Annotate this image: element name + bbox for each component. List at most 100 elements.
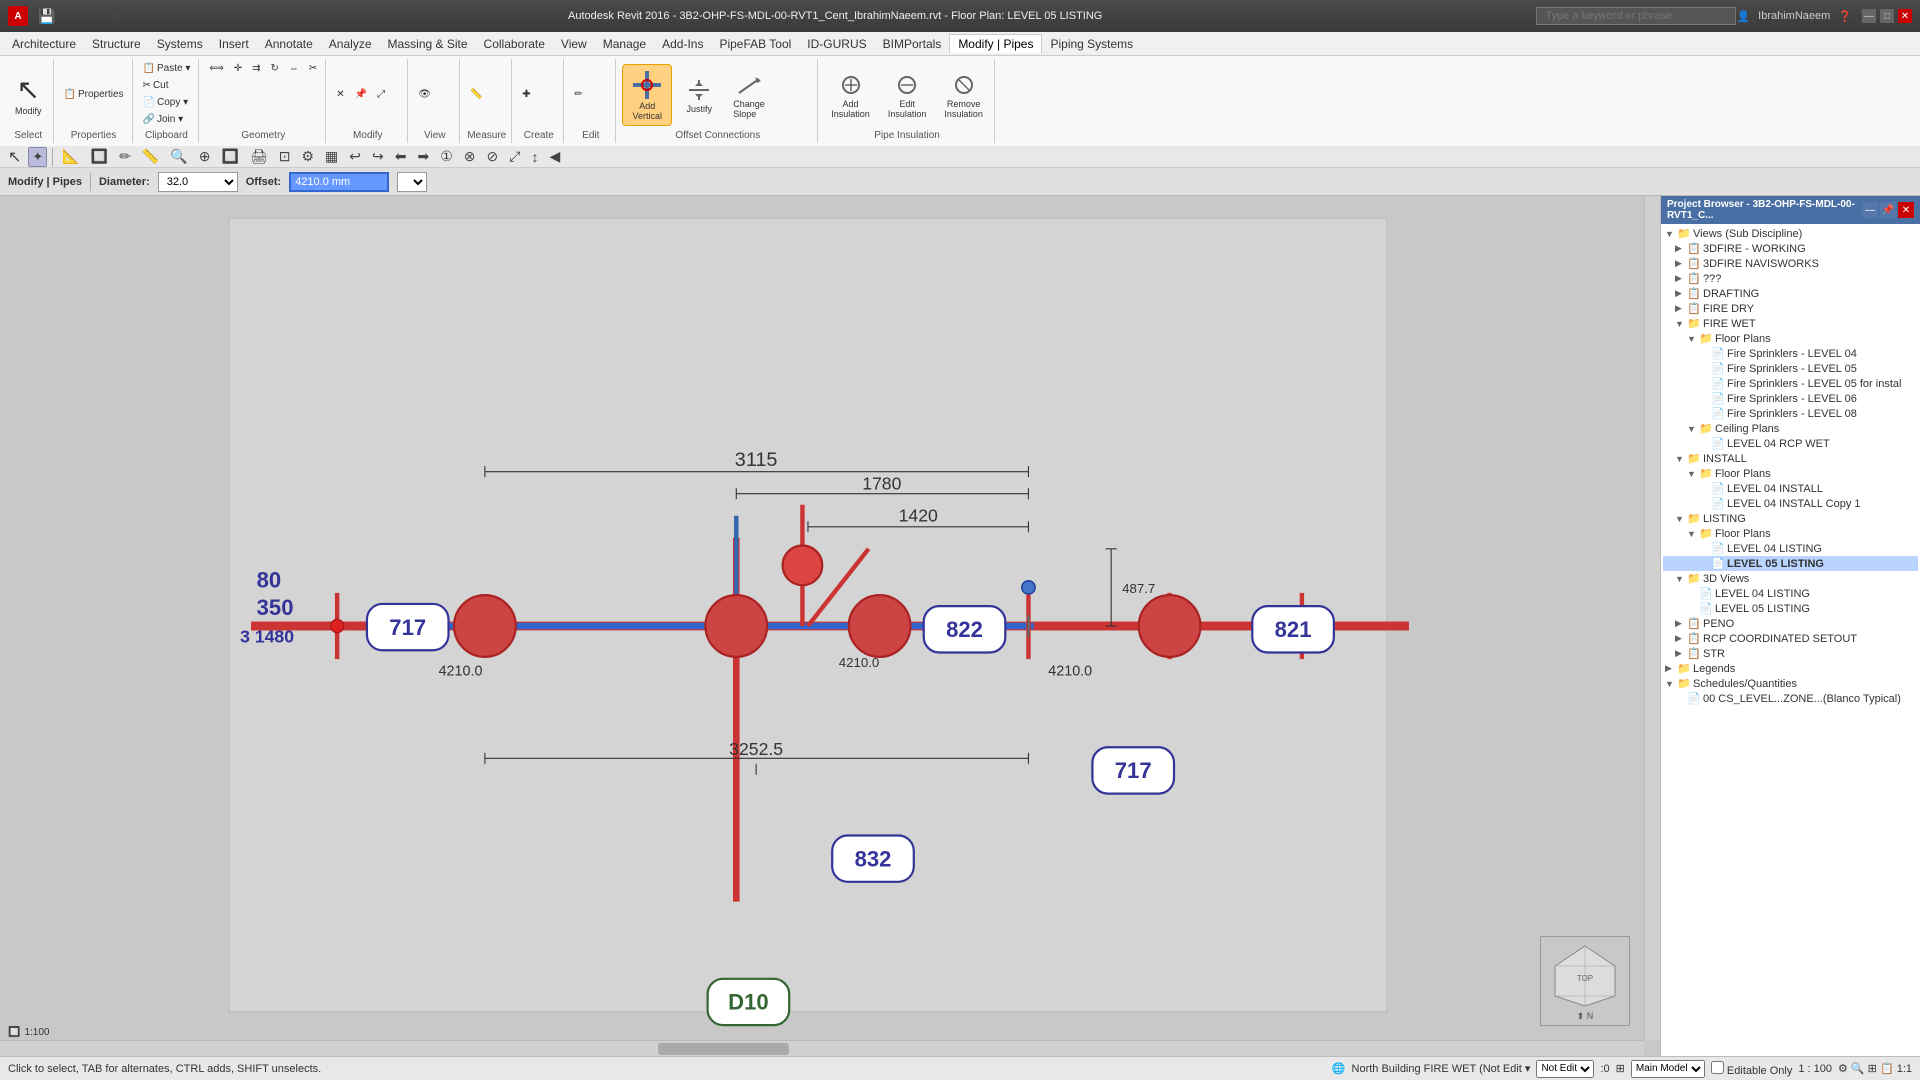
tree-item-floor-plans-listing[interactable]: ▼ 📁 Floor Plans [1663, 526, 1918, 541]
menu-bimportals[interactable]: BIMPortals [875, 35, 950, 53]
tree-item-fire-lvl05-install[interactable]: 📄 Fire Sprinklers - LEVEL 05 for instal [1663, 376, 1918, 391]
tool-20[interactable]: ↕ [527, 147, 542, 167]
model-selector[interactable]: Main Model [1631, 1060, 1705, 1078]
tool-19[interactable]: ⤢ [505, 146, 524, 167]
remove-insulation-button[interactable]: RemoveInsulation [937, 68, 990, 122]
tree-item-3d-views[interactable]: ▼ 📁 3D Views [1663, 571, 1918, 586]
tool-4[interactable]: 📏 [138, 146, 163, 167]
tree-item-fire-lvl06[interactable]: 📄 Fire Sprinklers - LEVEL 06 [1663, 391, 1918, 406]
qat-save[interactable]: 💾 [34, 6, 59, 27]
delete-button[interactable]: ✕ [332, 87, 348, 102]
tool-select[interactable]: ↖ [4, 145, 25, 169]
tool-10[interactable]: ⚙ [297, 146, 318, 167]
pb-pin-button[interactable]: 📌 [1880, 202, 1896, 218]
tree-item-3d-lvl04[interactable]: 📄 LEVEL 04 LISTING [1663, 586, 1918, 601]
search-input[interactable] [1536, 7, 1736, 25]
tree-item-firedry[interactable]: ▶ 📋 FIRE DRY [1663, 301, 1918, 316]
tool-13[interactable]: ↪ [368, 146, 388, 167]
pb-close-button[interactable]: ✕ [1898, 202, 1914, 218]
tree-item-3d-lvl05[interactable]: 📄 LEVEL 05 LISTING [1663, 601, 1918, 616]
qat-redo[interactable]: ↪ [87, 6, 107, 27]
menu-collaborate[interactable]: Collaborate [476, 35, 553, 53]
tree-item-fire-lvl08[interactable]: 📄 Fire Sprinklers - LEVEL 08 [1663, 406, 1918, 421]
measure-button[interactable]: 📏 [466, 87, 486, 102]
view-button[interactable]: 👁 [414, 87, 435, 102]
tool-21[interactable]: ◀ [545, 146, 564, 167]
tool-11[interactable]: ▦ [321, 146, 342, 167]
nav-cube[interactable]: TOP ⬆ N [1540, 936, 1630, 1026]
edit-button[interactable]: ✏ [570, 87, 586, 102]
add-vertical-button[interactable]: AddVertical [622, 64, 672, 126]
menu-structure[interactable]: Structure [84, 35, 149, 53]
cut-button[interactable]: ✂Cut [139, 78, 195, 93]
tree-item-firewet[interactable]: ▼ 📁 FIRE WET [1663, 316, 1918, 331]
tool-modify[interactable]: ✦ [28, 147, 47, 167]
tree-item-ceiling-plans-fw[interactable]: ▼ 📁 Ceiling Plans [1663, 421, 1918, 436]
tree-item-floor-plans-fw[interactable]: ▼ 📁 Floor Plans [1663, 331, 1918, 346]
offset-unit-select[interactable]: ▾ [397, 172, 427, 192]
create-button[interactable]: ✚ [518, 87, 534, 102]
tree-item-lvl04-listing[interactable]: 📄 LEVEL 04 LISTING [1663, 541, 1918, 556]
tree-item-legends[interactable]: ▶ 📁 Legends [1663, 661, 1918, 676]
menu-pipefab[interactable]: PipeFAB Tool [711, 35, 799, 53]
menu-piping-systems[interactable]: Piping Systems [1042, 35, 1141, 53]
tool-16[interactable]: ① [436, 146, 457, 167]
menu-modify-pipes[interactable]: Modify | Pipes [949, 34, 1042, 53]
tree-item-lvl04-install[interactable]: 📄 LEVEL 04 INSTALL [1663, 481, 1918, 496]
menu-insert[interactable]: Insert [211, 35, 257, 53]
diameter-select[interactable]: 32.0 [158, 172, 238, 192]
tree-item-lvl05-listing[interactable]: 📄 LEVEL 05 LISTING [1663, 556, 1918, 571]
menu-idgurus[interactable]: ID-GURUS [799, 35, 874, 53]
tool-17[interactable]: ⊗ [460, 146, 480, 167]
tree-item-install[interactable]: ▼ 📁 INSTALL [1663, 451, 1918, 466]
change-slope-button[interactable]: ChangeSlope [726, 68, 772, 122]
tool-3[interactable]: ✏ [115, 146, 135, 167]
justify-button[interactable]: Justify [678, 73, 720, 117]
tree-item-3dfire-working[interactable]: ▶ 📋 3DFIRE - WORKING [1663, 241, 1918, 256]
tree-item-peno[interactable]: ▶ 📋 PENO [1663, 616, 1918, 631]
paste-button[interactable]: 📋Paste ▾ [139, 61, 195, 76]
location-selector[interactable]: Not Edit [1536, 1060, 1594, 1078]
qat-undo[interactable]: ↩ [63, 6, 83, 27]
tool-12[interactable]: ↩ [345, 146, 365, 167]
tree-item-lvl04-install-copy[interactable]: 📄 LEVEL 04 INSTALL Copy 1 [1663, 496, 1918, 511]
trim-button[interactable]: ✂ [305, 61, 321, 76]
pin-button[interactable]: 📌 [351, 87, 371, 102]
tree-item-drafting[interactable]: ▶ 📋 DRAFTING [1663, 286, 1918, 301]
tree-item-rcp-setout[interactable]: ▶ 📋 RCP COORDINATED SETOUT [1663, 631, 1918, 646]
tree-item-listing[interactable]: ▼ 📁 LISTING [1663, 511, 1918, 526]
maximize-button[interactable]: □ [1880, 9, 1894, 23]
tree-item-schedules[interactable]: ▼ 📁 Schedules/Quantities [1663, 676, 1918, 691]
tool-6[interactable]: ⊕ [195, 146, 215, 167]
menu-annotate[interactable]: Annotate [257, 35, 321, 53]
tree-item-qqq[interactable]: ▶ 📋 ??? [1663, 271, 1918, 286]
tree-item-3dfire-navisworks[interactable]: ▶ 📋 3DFIRE NAVISWORKS [1663, 256, 1918, 271]
edit-insulation-button[interactable]: EditInsulation [881, 68, 934, 122]
modify-button[interactable]: ↖ Modify [8, 70, 49, 119]
join-button[interactable]: 🔗Join ▾ [139, 112, 195, 127]
copy-button[interactable]: 📄Copy ▾ [139, 95, 195, 110]
horizontal-scrollbar[interactable] [0, 1040, 1644, 1056]
tool-2[interactable]: 🔲 [87, 146, 112, 167]
close-button[interactable]: ✕ [1898, 9, 1912, 23]
mirror-button[interactable]: ⇔ [285, 61, 303, 76]
menu-addins[interactable]: Add-Ins [654, 35, 711, 53]
tree-item-rcp-wet[interactable]: 📄 LEVEL 04 RCP WET [1663, 436, 1918, 451]
offset-button[interactable]: ⇉ [248, 61, 264, 76]
align-button[interactable]: ⟺ [205, 61, 227, 76]
properties-button[interactable]: 📋 Properties [60, 87, 128, 102]
move-button[interactable]: ✛ [230, 61, 246, 76]
tool-15[interactable]: ➡ [413, 146, 433, 167]
menu-massing[interactable]: Massing & Site [380, 35, 476, 53]
tree-item-fire-lvl05[interactable]: 📄 Fire Sprinklers - LEVEL 05 [1663, 361, 1918, 376]
tree-item-views[interactable]: ▼ 📁 Views (Sub Discipline) [1663, 226, 1918, 241]
menu-systems[interactable]: Systems [149, 35, 211, 53]
canvas-area[interactable]: 3115 1780 1420 3252.5 4210.0 4210.0 [0, 196, 1660, 1056]
help-icon[interactable]: ❓ [1838, 10, 1852, 23]
tool-7[interactable]: 🔲 [218, 146, 243, 167]
editable-only-checkbox[interactable] [1711, 1061, 1724, 1074]
menu-manage[interactable]: Manage [595, 35, 654, 53]
qat-dropdown[interactable]: ▾ [111, 6, 126, 27]
minimize-button[interactable]: — [1862, 9, 1876, 23]
tool-14[interactable]: ⬅ [391, 146, 411, 167]
